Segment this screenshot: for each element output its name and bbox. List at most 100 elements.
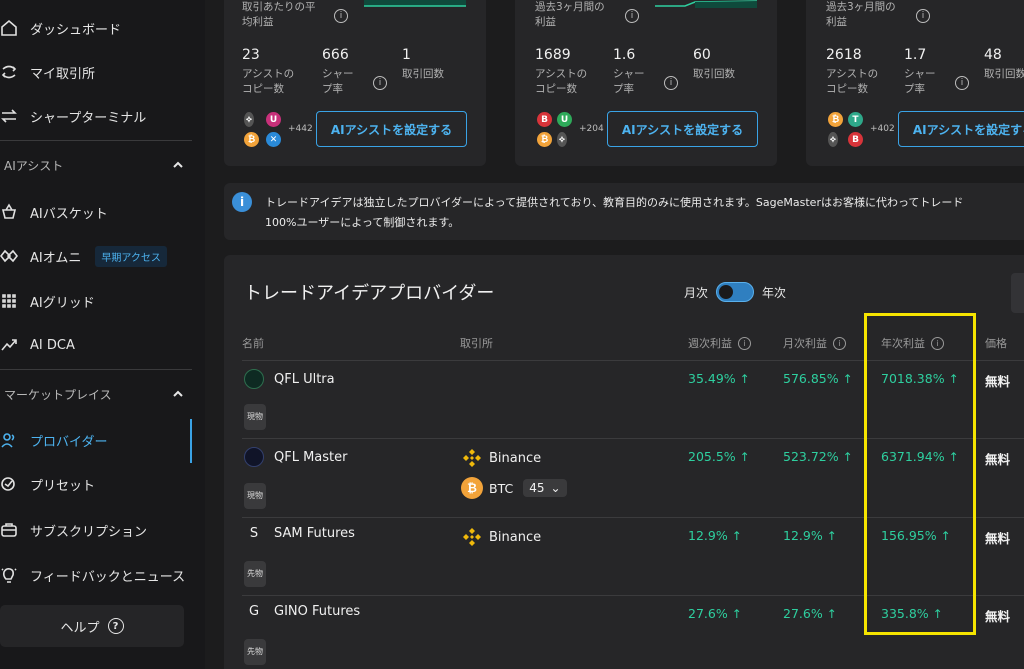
sidebar-item-ai-basket[interactable]: AIバスケット — [0, 197, 108, 227]
market-type-badge: 現物 — [244, 404, 266, 430]
sidebar-item-dashboard[interactable]: ダッシュボード — [0, 13, 121, 43]
trades-value: 1 — [402, 47, 411, 63]
sharpe-label: シャー プ率 — [904, 68, 936, 95]
arrows-icon — [0, 107, 18, 125]
monthly-profit: 12.9% ↑ — [783, 528, 837, 543]
col-header-price: 価格 — [985, 337, 1007, 350]
info-icon[interactable]: i — [373, 76, 387, 90]
coin-icon: ₿ — [244, 132, 259, 147]
sharpe-value: 1.6 — [613, 47, 636, 63]
more-coins-count: +204 — [579, 124, 604, 134]
sidebar-item-ai-omni[interactable]: AIオムニ 早期アクセス — [0, 241, 167, 271]
sparkline — [655, 0, 757, 8]
coin-icon: ⟡ — [244, 112, 254, 127]
exchange-binance: Binance — [461, 447, 541, 469]
copies-value: 1689 — [535, 47, 571, 63]
set-ai-assist-button[interactable]: AIアシストを設定する — [316, 111, 467, 147]
copies-label: アシストの コピー数 — [535, 68, 588, 95]
disclaimer-notice: i トレードアイデアは独立したプロバイダーによって提供されており、教育目的のみに… — [224, 183, 1024, 240]
avatar — [244, 369, 264, 389]
provider-name[interactable]: QFL Master — [244, 447, 347, 467]
coin-icon: T — [848, 112, 863, 127]
basket-icon — [0, 203, 18, 221]
card-caption: 取引あたりの平 均利益 — [242, 1, 316, 28]
price-value: 無料 — [985, 531, 1011, 546]
provider-name[interactable]: G GINO Futures — [244, 604, 360, 619]
more-coins-count: +442 — [288, 124, 313, 134]
coin-icon: ⟡ — [828, 132, 838, 147]
omni-icon — [0, 247, 18, 265]
weekly-profit: 35.49% ↑ — [688, 371, 750, 386]
sharpe-label: シャー プ率 — [613, 68, 645, 95]
info-icon[interactable]: i — [625, 9, 639, 23]
info-icon[interactable]: i — [833, 336, 846, 350]
set-ai-assist-button[interactable]: AIアシストを設定する — [898, 111, 1024, 147]
info-icon[interactable]: i — [738, 336, 751, 350]
sidebar-item-sharp-terminal[interactable]: シャープターミナル — [0, 101, 146, 131]
info-icon[interactable]: i — [916, 9, 930, 23]
coin-icon: ₿ — [828, 112, 843, 127]
sidebar-item-presets[interactable]: プリセット — [0, 469, 95, 499]
info-icon[interactable]: i — [334, 9, 348, 23]
chevron-down-icon: ⌄ — [550, 481, 561, 495]
info-icon[interactable]: i — [664, 76, 678, 90]
early-access-badge: 早期アクセス — [95, 245, 167, 267]
provider-card: 過去3ヶ月間の 利益 i 2618 1.7 48 アシストの コピー数 シャー プ率 … — [806, 0, 1024, 166]
binance-icon — [463, 528, 481, 546]
sidebar-item-subscriptions[interactable]: サブスクリプション — [0, 515, 147, 545]
sidebar-item-ai-dca[interactable]: AI DCA — [0, 330, 75, 360]
monthly-profit: 523.72% ↑ — [783, 449, 853, 464]
exchange-binance: Binance — [461, 526, 541, 548]
avatar: G — [248, 604, 260, 619]
yearly-column-highlight — [864, 313, 976, 635]
coin-icon: U — [557, 112, 572, 127]
coin-count-dropdown[interactable]: 45 ⌄ — [523, 479, 567, 497]
avatar — [244, 447, 264, 467]
copies-label: アシストの コピー数 — [826, 68, 879, 95]
price-value: 無料 — [985, 609, 1011, 624]
card-caption: 過去3ヶ月間の 利益 — [535, 1, 605, 28]
coin-icon: B — [848, 132, 863, 147]
providers-icon — [0, 431, 18, 449]
filter-button[interactable] — [1011, 273, 1024, 313]
trades-label: 取引回数 — [984, 68, 1024, 80]
market-type-badge: 現物 — [244, 483, 266, 509]
provider-name[interactable]: QFL Ultra — [244, 369, 335, 389]
sidebar-item-feedback-news[interactable]: フィードバックとニュース — [0, 560, 185, 590]
page-title: トレードアイデアプロバイダー — [244, 283, 495, 304]
provider-card: 過去3ヶ月間の 利益 i 1689 1.6 60 アシストの コピー数 シャー プ率 … — [515, 0, 777, 166]
card-caption: 過去3ヶ月間の 利益 — [826, 1, 896, 28]
trades-label: 取引回数 — [402, 68, 444, 80]
price-value: 無料 — [985, 374, 1011, 389]
home-icon — [0, 19, 18, 37]
sidebar-item-ai-grid[interactable]: AIグリッド — [0, 286, 95, 316]
subscription-icon — [0, 521, 18, 539]
period-toggle[interactable] — [716, 282, 755, 302]
sidebar-item-my-exchange[interactable]: マイ取引所 — [0, 57, 95, 87]
chevron-up-icon — [172, 388, 184, 400]
col-header-weekly: 週次利益 i — [688, 335, 751, 351]
trades-label: 取引回数 — [693, 68, 735, 80]
toggle-label-monthly: 月次 — [684, 285, 709, 300]
copies-value: 2618 — [826, 47, 862, 63]
grid-icon — [0, 292, 18, 310]
sharpe-value: 666 — [322, 47, 349, 63]
section-ai-assist[interactable]: AIアシスト — [4, 150, 184, 180]
provider-name[interactable]: S SAM Futures — [244, 526, 355, 541]
monthly-profit: 576.85% ↑ — [783, 371, 853, 386]
chevron-up-icon — [172, 159, 184, 171]
trades-value: 48 — [984, 47, 1002, 63]
sidebar-item-providers[interactable]: プロバイダー — [0, 425, 107, 455]
coin-icon: ✕ — [266, 132, 281, 147]
divider — [0, 369, 192, 370]
divider — [0, 140, 192, 141]
preset-icon — [0, 475, 18, 493]
set-ai-assist-button[interactable]: AIアシストを設定する — [607, 111, 758, 147]
section-marketplace[interactable]: マーケットプレイス — [4, 379, 184, 409]
question-icon: ? — [107, 618, 124, 634]
copies-value: 23 — [242, 47, 260, 63]
period-toggle-group: 月次 年次 — [684, 282, 786, 302]
market-type-badge: 先物 — [244, 639, 266, 665]
help-button[interactable]: ヘルプ ? — [0, 605, 184, 647]
info-icon[interactable]: i — [955, 76, 969, 90]
